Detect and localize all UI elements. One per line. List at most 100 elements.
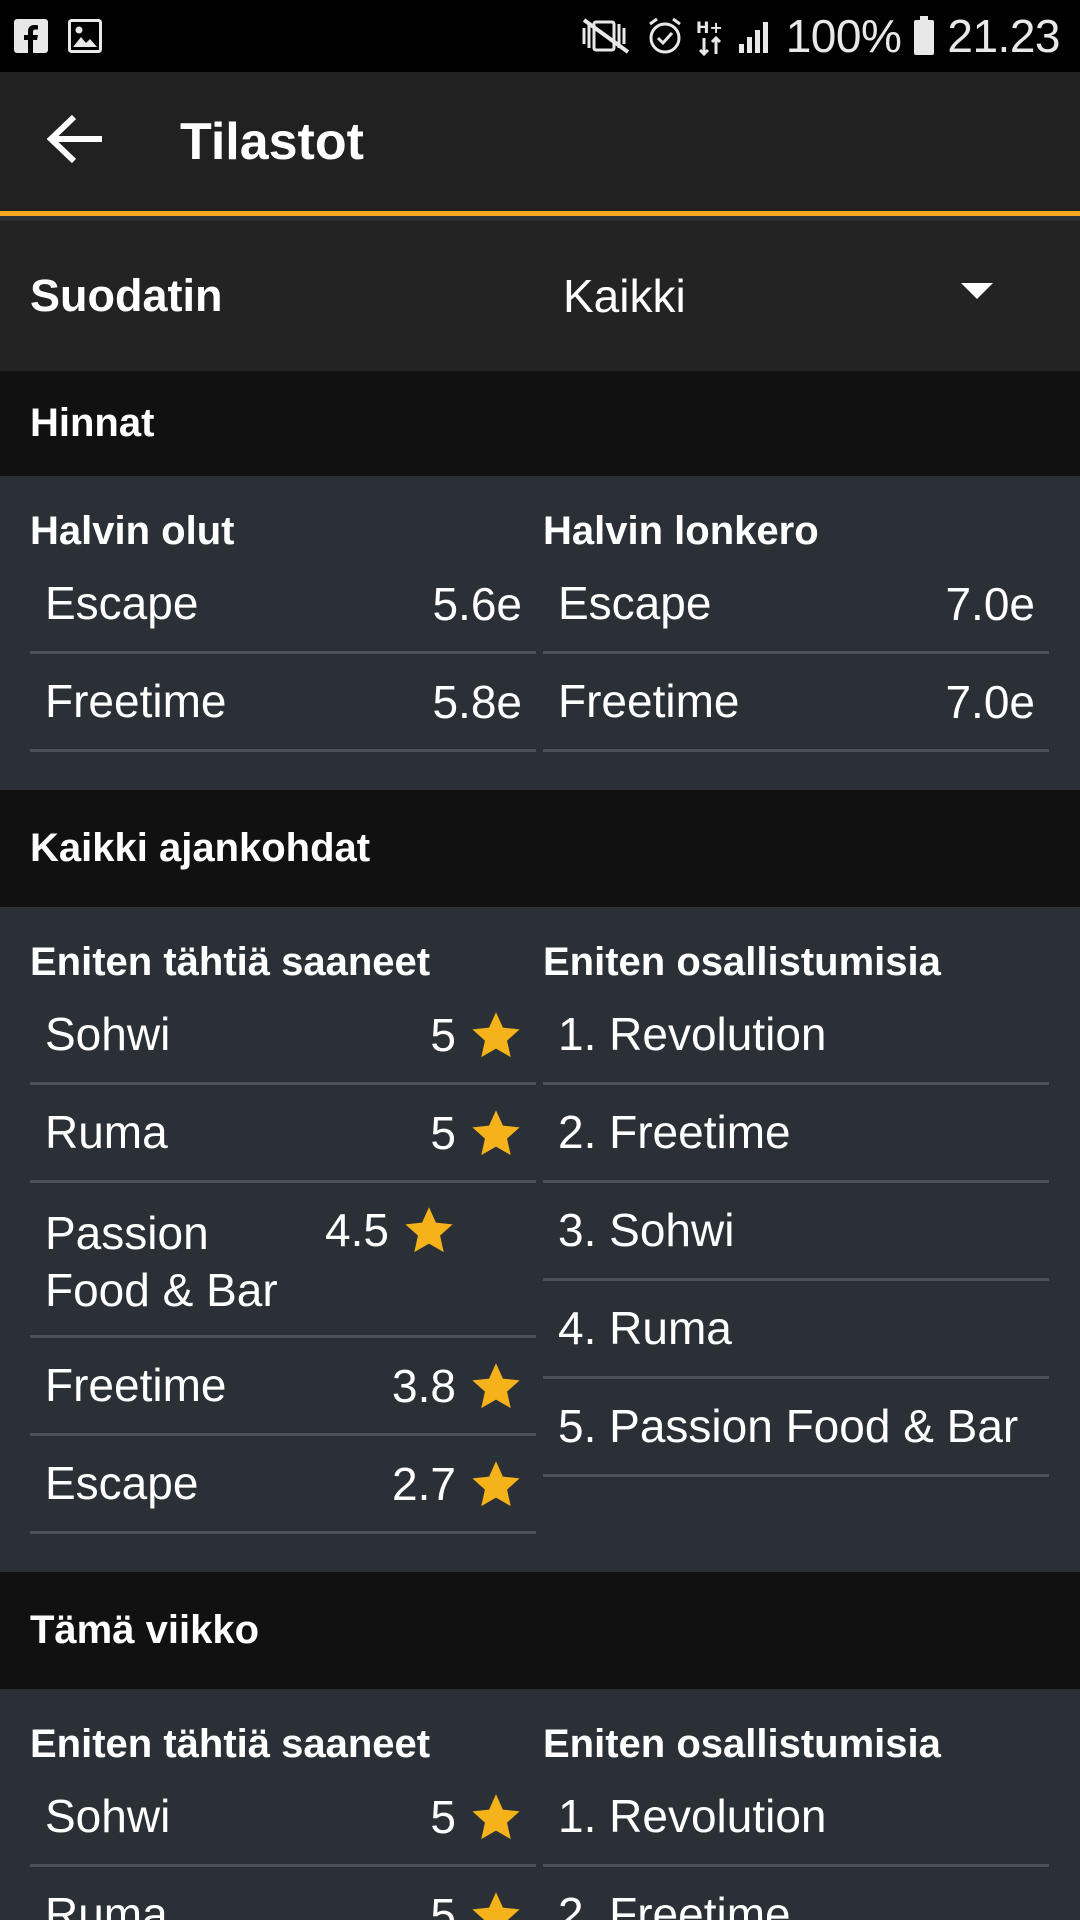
bar-name: Ruma xyxy=(45,1888,168,1920)
list-title: Eniten tähtiä saaneet xyxy=(30,940,431,984)
section-title: Tämä viikko xyxy=(30,1608,260,1652)
all-time-block: Eniten tähtiä saaneet Sohwi 5 Ruma 5 Pas… xyxy=(0,907,1080,1572)
star-icon xyxy=(405,1207,453,1253)
list-item[interactable]: 2. Freetime xyxy=(543,1085,1049,1183)
back-button[interactable] xyxy=(0,70,150,214)
list-item[interactable]: 3. Sohwi xyxy=(543,1183,1049,1281)
mute-icon xyxy=(578,16,634,56)
this-week-block: Eniten tähtiä saaneet Sohwi 5 Ruma 5 Eni… xyxy=(0,1689,1080,1920)
most-stars-list: Eniten tähtiä saaneet Sohwi 5 Ruma 5 Pas… xyxy=(30,907,536,1534)
price: 7.0e xyxy=(945,577,1035,630)
list-item[interactable]: Ruma 5 xyxy=(30,1085,536,1183)
section-title: Hinnat xyxy=(30,401,155,445)
filter-selected-value: Kaikki xyxy=(563,270,686,322)
ranked-bar-name: 1. Revolution xyxy=(558,1790,827,1842)
bar-name: Freetime xyxy=(45,675,227,727)
star-icon xyxy=(472,1362,520,1408)
battery-percent: 100% xyxy=(785,10,902,62)
rating-value: 5 xyxy=(430,1790,456,1843)
rating-value: 5 xyxy=(430,1106,456,1159)
most-participations-list: Eniten osallistumisia 1. Revolution 2. F… xyxy=(543,1689,1049,1920)
rating: 5 xyxy=(430,1106,522,1160)
list-item[interactable]: Freetime 7.0e xyxy=(543,654,1049,752)
cheapest-beer-list: Halvin olut Escape 5.6e Freetime 5.8e xyxy=(30,476,536,752)
hplus-network-icon: H+ xyxy=(696,16,726,56)
image-icon xyxy=(68,19,102,53)
price: 5.6e xyxy=(432,577,522,630)
rating-value: 5 xyxy=(430,1888,456,1920)
bar-name: Freetime xyxy=(558,675,740,727)
list-item[interactable]: Sohwi 5 xyxy=(30,987,536,1085)
rating: 4.5 xyxy=(325,1203,455,1257)
list-title: Eniten osallistumisia xyxy=(543,940,941,984)
star-icon xyxy=(472,1460,520,1506)
list-item[interactable]: 5. Passion Food & Bar xyxy=(543,1379,1049,1477)
star-icon xyxy=(472,1793,520,1839)
filter-dropdown[interactable]: Kaikki xyxy=(563,221,1023,371)
price: 5.8e xyxy=(432,675,522,728)
dropdown-arrow-icon xyxy=(961,283,993,299)
bar-name: Passion Food & Bar xyxy=(45,1207,278,1316)
alarm-icon xyxy=(646,16,684,56)
filter-row: Suodatin Kaikki xyxy=(0,221,1080,371)
most-participations-list: Eniten osallistumisia 1. Revolution 2. F… xyxy=(543,907,1049,1477)
bar-name: Escape xyxy=(45,577,199,629)
arrow-left-icon xyxy=(46,113,104,170)
bar-name: Freetime xyxy=(45,1359,227,1411)
rating-value: 2.7 xyxy=(392,1457,456,1510)
rating: 5 xyxy=(430,1008,522,1062)
list-title: Eniten osallistumisia xyxy=(543,1722,941,1766)
status-bar: H+ 100% 21.23 xyxy=(0,0,1080,72)
ranked-bar-name: 5. Passion Food & Bar xyxy=(558,1400,1019,1452)
ranked-bar-name: 4. Ruma xyxy=(558,1302,732,1354)
rating: 5 xyxy=(430,1790,522,1844)
rating-value: 3.8 xyxy=(392,1359,456,1412)
statistics-screen: H+ 100% 21.23 Tilastot Suodatin Kaikki H… xyxy=(0,0,1080,1920)
list-item[interactable]: 1. Revolution xyxy=(543,987,1049,1085)
ranked-bar-name: 1. Revolution xyxy=(558,1008,827,1060)
list-item[interactable]: Freetime 3.8 xyxy=(30,1338,536,1436)
list-item[interactable]: Ruma 5 xyxy=(30,1867,536,1920)
section-header-prices: Hinnat xyxy=(0,371,1080,476)
star-icon xyxy=(472,1109,520,1155)
facebook-icon xyxy=(14,19,48,53)
bar-name: Escape xyxy=(558,577,712,629)
rating: 5 xyxy=(430,1888,522,1920)
price: 7.0e xyxy=(945,675,1035,728)
clock: 21.23 xyxy=(947,10,1060,62)
battery-icon xyxy=(913,16,935,56)
list-title: Eniten tähtiä saaneet xyxy=(30,1722,431,1766)
list-item[interactable]: Sohwi 5 xyxy=(30,1769,536,1867)
list-item[interactable]: Escape 2.7 xyxy=(30,1436,536,1534)
rating: 2.7 xyxy=(392,1457,522,1511)
cheapest-lonkero-list: Halvin lonkero Escape 7.0e Freetime 7.0e xyxy=(543,476,1049,752)
bar-name: Ruma xyxy=(45,1106,168,1158)
ranked-bar-name: 3. Sohwi xyxy=(558,1204,735,1256)
prices-block: Halvin olut Escape 5.6e Freetime 5.8e Ha… xyxy=(0,476,1080,790)
list-item[interactable]: 4. Ruma xyxy=(543,1281,1049,1379)
most-stars-list: Eniten tähtiä saaneet Sohwi 5 Ruma 5 xyxy=(30,1689,536,1920)
list-item[interactable]: Freetime 5.8e xyxy=(30,654,536,752)
list-item[interactable]: Escape 5.6e xyxy=(30,556,536,654)
app-bar: Tilastot xyxy=(0,72,1080,216)
list-title: Halvin olut xyxy=(30,509,235,553)
page-title: Tilastot xyxy=(180,112,364,171)
section-header-all-time: Kaikki ajankohdat xyxy=(0,790,1080,907)
ranked-bar-name: 2. Freetime xyxy=(558,1888,791,1920)
list-item[interactable]: Passion Food & Bar 4.5 xyxy=(30,1183,536,1338)
bar-name: Sohwi xyxy=(45,1008,171,1060)
rating-value: 4.5 xyxy=(325,1204,389,1256)
rating-value: 5 xyxy=(430,1008,456,1061)
bar-name: Escape xyxy=(45,1457,199,1509)
svg-text:H+: H+ xyxy=(696,18,723,37)
ranked-bar-name: 2. Freetime xyxy=(558,1106,791,1158)
signal-icon xyxy=(738,18,774,54)
bar-name: Sohwi xyxy=(45,1790,171,1842)
star-icon xyxy=(472,1891,520,1920)
section-header-this-week: Tämä viikko xyxy=(0,1572,1080,1689)
star-icon xyxy=(472,1011,520,1057)
list-title: Halvin lonkero xyxy=(543,509,819,553)
list-item[interactable]: Escape 7.0e xyxy=(543,556,1049,654)
list-item[interactable]: 1. Revolution xyxy=(543,1769,1049,1867)
list-item[interactable]: 2. Freetime xyxy=(543,1867,1049,1920)
